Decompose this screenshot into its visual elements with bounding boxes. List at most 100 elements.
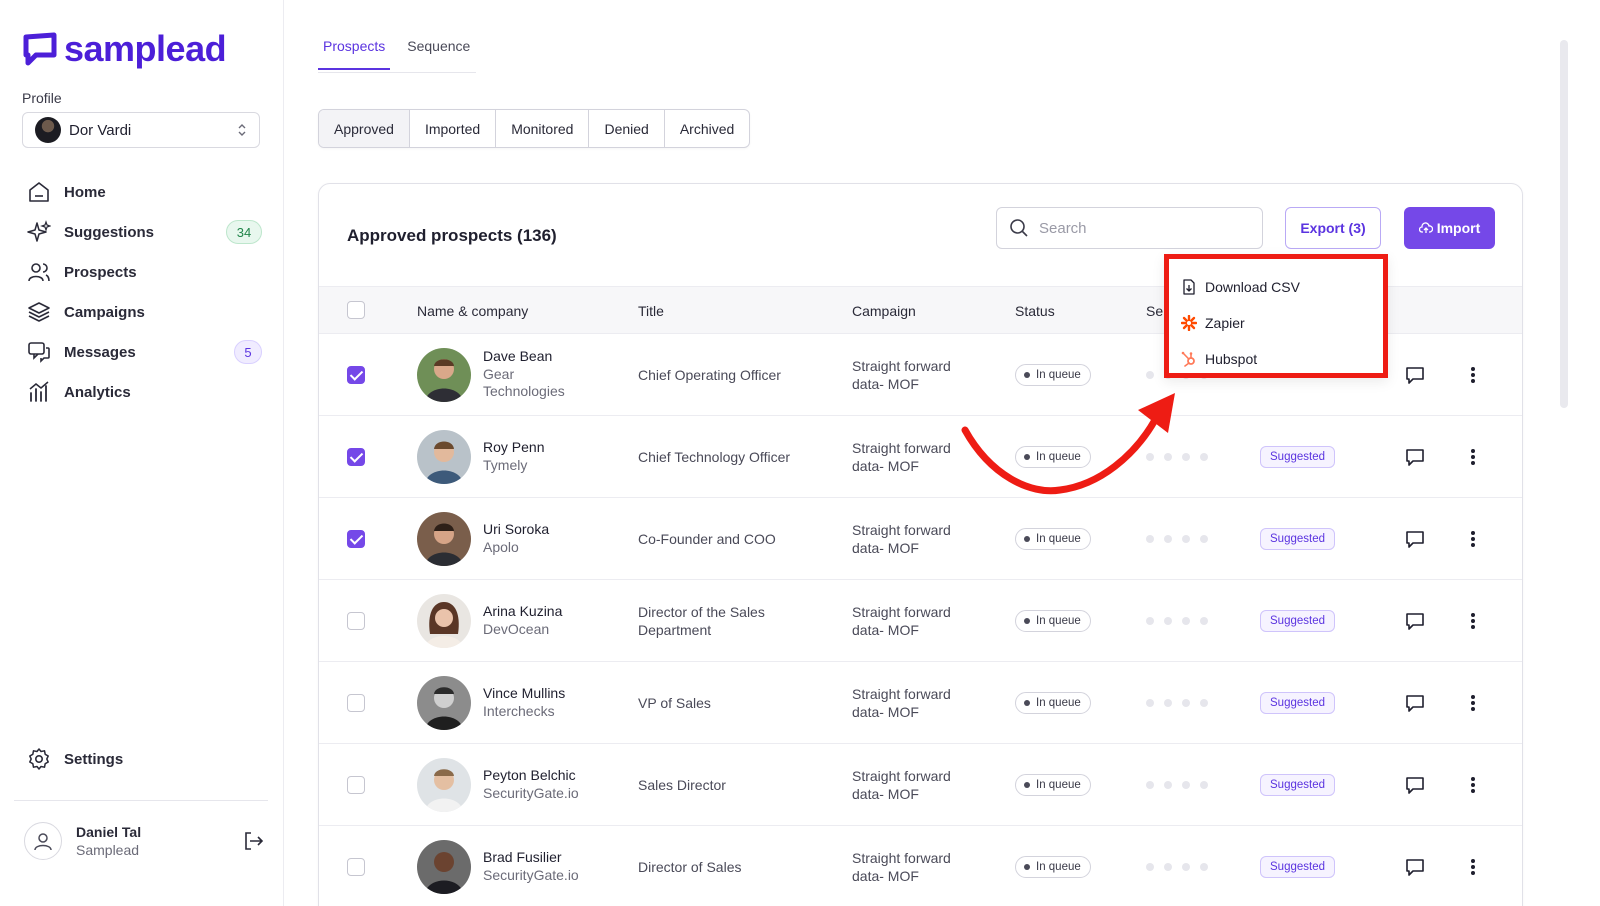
- row-menu-icon[interactable]: [1467, 692, 1479, 714]
- sidebar-item-analytics[interactable]: Analytics: [22, 372, 262, 412]
- message-icon[interactable]: [1404, 856, 1426, 878]
- import-button[interactable]: Import: [1404, 207, 1495, 249]
- sidebar-item-settings[interactable]: Settings: [26, 746, 123, 772]
- prospect-name[interactable]: Vince Mullins: [483, 685, 565, 703]
- sidebar-item-label: Messages: [64, 343, 136, 361]
- row-menu-icon[interactable]: [1467, 446, 1479, 468]
- sidebar-item-suggestions[interactable]: Suggestions 34: [22, 212, 262, 252]
- message-icon[interactable]: [1404, 446, 1426, 468]
- row-checkbox[interactable]: [347, 858, 365, 876]
- header-sequence[interactable]: Se: [1146, 303, 1163, 319]
- sidebar-item-label: Home: [64, 183, 106, 201]
- row-checkbox[interactable]: [347, 694, 365, 712]
- prospect-name[interactable]: Brad Fusilier: [483, 849, 579, 867]
- row-menu-icon[interactable]: [1467, 610, 1479, 632]
- status-badge: In queue: [1015, 856, 1091, 878]
- prospect-company: Tymely: [483, 456, 528, 473]
- prospect-company: SecurityGate.io: [483, 784, 579, 801]
- sidebar-item-label: Prospects: [64, 263, 137, 281]
- prospect-company: Interchecks: [483, 702, 555, 719]
- table-row[interactable]: Roy Penn Tymely Chief Technology Officer…: [319, 416, 1522, 498]
- row-menu-icon[interactable]: [1467, 528, 1479, 550]
- sequence-progress: [1146, 863, 1208, 871]
- prospect-name[interactable]: Arina Kuzina: [483, 603, 562, 621]
- row-checkbox[interactable]: [347, 366, 365, 384]
- avatar: [417, 512, 471, 566]
- header-campaign[interactable]: Campaign: [852, 303, 916, 319]
- row-checkbox[interactable]: [347, 530, 365, 548]
- status-badge: In queue: [1015, 528, 1091, 550]
- header-status[interactable]: Status: [1015, 303, 1055, 319]
- user-icon: [34, 833, 52, 851]
- prospect-campaign: Straight forward data- MOF: [852, 686, 951, 720]
- tab-sequence[interactable]: Sequence: [402, 38, 475, 70]
- table-row[interactable]: Uri Soroka Apolo Co-Founder and COO Stra…: [319, 498, 1522, 580]
- message-icon[interactable]: [1404, 610, 1426, 632]
- prospect-title: Chief Technology Officer: [638, 449, 791, 465]
- filter-denied[interactable]: Denied: [589, 110, 665, 147]
- menu-item-zapier[interactable]: Zapier: [1181, 305, 1383, 341]
- table-row[interactable]: Vince Mullins Interchecks VP of Sales St…: [319, 662, 1522, 744]
- suggestions-count-badge: 34: [226, 220, 262, 244]
- filter-archived[interactable]: Archived: [665, 110, 749, 147]
- status-filter-tabs: Approved Imported Monitored Denied Archi…: [318, 109, 751, 148]
- search-icon: [1010, 219, 1028, 237]
- logout-icon[interactable]: [242, 830, 264, 852]
- row-checkbox[interactable]: [347, 448, 365, 466]
- filter-imported[interactable]: Imported: [410, 110, 497, 147]
- suggested-badge: Suggested: [1260, 856, 1335, 878]
- avatar: [417, 676, 471, 730]
- prospect-title: Director of the Sales Department: [638, 604, 765, 638]
- chat-icon: [26, 339, 52, 365]
- prospect-campaign: Straight forward data- MOF: [852, 358, 951, 392]
- scrollbar[interactable]: [1560, 40, 1568, 408]
- menu-item-hubspot[interactable]: Hubspot: [1181, 341, 1383, 377]
- prospect-name[interactable]: Dave Bean: [483, 348, 573, 366]
- row-menu-icon[interactable]: [1467, 856, 1479, 878]
- sidebar-nav: Home Suggestions 34 Prospects Campaigns: [22, 172, 262, 412]
- table-row[interactable]: Peyton Belchic SecurityGate.io Sales Dir…: [319, 744, 1522, 826]
- row-checkbox[interactable]: [347, 776, 365, 794]
- filter-monitored[interactable]: Monitored: [496, 110, 590, 147]
- user-name: Daniel Tal: [76, 824, 142, 840]
- row-menu-icon[interactable]: [1467, 774, 1479, 796]
- header-title[interactable]: Title: [638, 303, 664, 319]
- messages-count-badge: 5: [234, 340, 262, 364]
- search-input[interactable]: [1039, 219, 1239, 237]
- sidebar-item-prospects[interactable]: Prospects: [22, 252, 262, 292]
- tab-prospects[interactable]: Prospects: [318, 38, 391, 70]
- prospect-name[interactable]: Roy Penn: [483, 439, 544, 457]
- menu-item-label: Download CSV: [1205, 279, 1300, 295]
- table-row[interactable]: Arina Kuzina DevOcean Director of the Sa…: [319, 580, 1522, 662]
- profile-name: Dor Vardi: [69, 121, 132, 139]
- sidebar-item-label: Suggestions: [64, 223, 155, 241]
- profile-select[interactable]: Dor Vardi: [22, 112, 260, 148]
- table-row[interactable]: Brad Fusilier SecurityGate.io Director o…: [319, 826, 1522, 906]
- status-badge: In queue: [1015, 692, 1091, 714]
- prospect-company: DevOcean: [483, 620, 550, 637]
- cloud-upload-icon: [1418, 222, 1433, 233]
- prospect-name[interactable]: Peyton Belchic: [483, 767, 579, 785]
- sidebar-item-messages[interactable]: Messages 5: [22, 332, 262, 372]
- sidebar-item-home[interactable]: Home: [22, 172, 262, 212]
- message-icon[interactable]: [1404, 364, 1426, 386]
- suggested-badge: Suggested: [1260, 692, 1335, 714]
- avatar: [417, 840, 471, 894]
- prospect-name[interactable]: Uri Soroka: [483, 521, 549, 539]
- message-icon[interactable]: [1404, 774, 1426, 796]
- header-name[interactable]: Name & company: [417, 303, 528, 319]
- sidebar-item-campaigns[interactable]: Campaigns: [22, 292, 262, 332]
- search-box[interactable]: [996, 207, 1263, 249]
- sidebar-item-label: Analytics: [64, 383, 131, 401]
- row-checkbox[interactable]: [347, 612, 365, 630]
- message-icon[interactable]: [1404, 692, 1426, 714]
- menu-item-download-csv[interactable]: Download CSV: [1181, 269, 1383, 305]
- row-menu-icon[interactable]: [1467, 364, 1479, 386]
- filter-approved[interactable]: Approved: [319, 110, 410, 147]
- brand-logo[interactable]: samplead: [22, 28, 227, 70]
- message-icon[interactable]: [1404, 528, 1426, 550]
- sequence-progress: [1146, 453, 1208, 461]
- select-all-checkbox[interactable]: [347, 301, 365, 319]
- suggested-badge: Suggested: [1260, 774, 1335, 796]
- export-button[interactable]: Export (3): [1285, 207, 1381, 249]
